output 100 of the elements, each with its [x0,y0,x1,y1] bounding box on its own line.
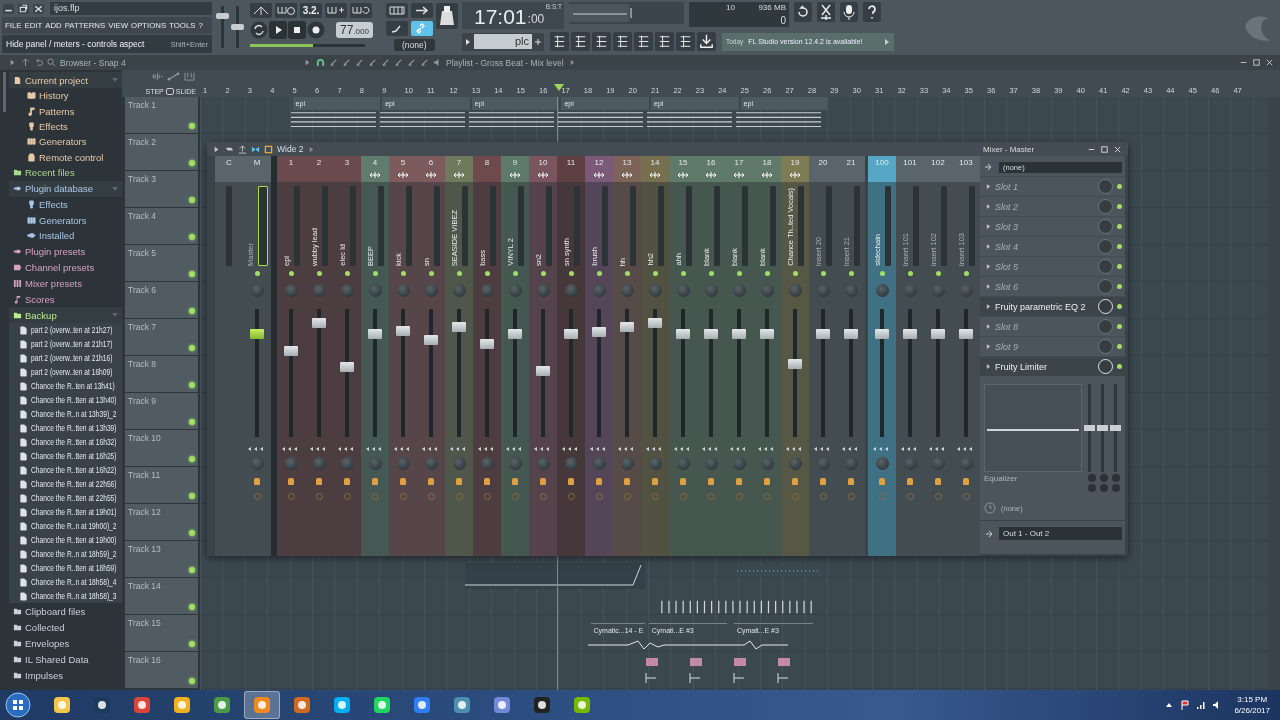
microphone-icon[interactable] [840,2,858,22]
browser-item[interactable]: Chance the R..tten at 22h55) [9,491,122,506]
waveform-icon[interactable] [151,71,164,81]
route-arrow-icon[interactable] [453,171,465,179]
browser-item[interactable]: Effects [9,118,122,135]
insert-led[interactable] [596,271,602,276]
track-header[interactable]: Track 5 [125,245,198,281]
arrow-right-icon[interactable] [986,223,991,230]
track-header[interactable]: Track 7 [125,319,198,355]
maximize-icon[interactable] [1100,144,1109,154]
window-toggle-icon[interactable] [571,32,590,51]
arrow-right-icon[interactable] [986,303,991,310]
track-header[interactable]: Track 2 [125,134,198,170]
track-header[interactable]: Track 9 [125,393,198,429]
arrow-right-icon[interactable] [303,58,312,67]
window-toggle-icon[interactable] [550,32,569,51]
track-header[interactable]: Track 16 [125,652,198,688]
insert-led[interactable] [344,271,350,276]
arrow-right-icon[interactable] [884,36,890,47]
track-mute-led[interactable] [189,308,195,314]
countdown-button[interactable]: 3.2. [300,3,322,18]
lock-icon[interactable] [652,478,658,485]
insert-led[interactable] [935,271,941,276]
arrow-right-icon[interactable] [986,343,991,350]
browser-folder[interactable]: Current project [9,72,122,88]
minimize-icon[interactable] [2,2,15,15]
window-toggle-icon[interactable] [613,32,632,51]
slot-led[interactable] [1117,284,1122,289]
browser-item[interactable]: Effects [9,196,122,213]
output-dropdown[interactable]: Out 1 - Out 2 [999,527,1122,540]
lock-icon[interactable] [820,478,826,485]
lock-icon[interactable] [907,478,913,485]
close-icon[interactable] [1113,144,1122,154]
step-toggle[interactable] [165,87,174,95]
refresh-icon[interactable] [794,2,812,22]
magnet-icon[interactable] [316,58,325,67]
lock-icon[interactable] [540,478,546,485]
arrow-right-icon[interactable] [212,144,221,154]
lock-icon[interactable] [708,478,714,485]
insert-led[interactable] [456,271,462,276]
insert-led[interactable] [624,271,630,276]
browser-item[interactable]: Chance the R..tten at 18h59) [9,561,122,576]
track-header[interactable]: Track 12 [125,504,198,540]
effect-slot[interactable]: Slot 4 [980,236,1125,256]
pattern-selector[interactable]: plc [462,32,544,51]
effect-slot[interactable]: Slot 5 [980,256,1125,276]
maximize-icon[interactable] [1252,58,1261,67]
clock-time[interactable]: 3:15 PM [1237,694,1268,705]
browser-item[interactable]: Chance the R..n at 18h58)_4 [9,575,122,590]
browser-folder[interactable]: Plugin presets [9,243,122,260]
route-arrow-icon[interactable] [425,171,437,179]
slot-led[interactable] [1117,324,1122,329]
lock-icon[interactable] [848,478,854,485]
route-arrow-icon[interactable] [509,171,521,179]
arrow-up-icon[interactable] [238,144,247,154]
browser-folder[interactable]: Mixer presets [9,275,122,292]
square-icon[interactable] [264,144,273,154]
song-position-slider[interactable] [250,44,365,47]
browser-folder[interactable]: Clipboard files [9,603,122,620]
track-mute-led[interactable] [189,567,195,573]
curve-icon[interactable] [167,71,180,81]
close-icon[interactable] [1265,58,1274,67]
insert-led[interactable] [428,271,434,276]
browser-item[interactable]: Chance the R..n at 13h39)_2 [9,407,122,422]
browser-item[interactable]: Chance the R..n at 19h00)_2 [9,519,122,534]
track-mute-led[interactable] [189,345,195,351]
effect-slot[interactable]: Slot 1 [980,176,1125,196]
browser-item[interactable]: part 2 (overw..ten at 21h17) [9,337,122,352]
track-mute-led[interactable] [189,123,195,129]
track-mute-led[interactable] [189,641,195,647]
insert-led[interactable] [820,271,826,276]
browser-folder[interactable]: Channel presets [9,259,122,276]
browser-item[interactable]: Chance the R..n at 18h59)_2 [9,547,122,562]
arrow-right-icon[interactable] [411,3,433,18]
piano-keys-icon[interactable] [183,71,196,81]
track-header[interactable]: Track 13 [125,541,198,577]
tool-icon[interactable] [381,58,390,67]
lock-icon[interactable] [764,478,770,485]
browser-item[interactable]: Generators [9,134,122,150]
insert-led[interactable] [848,271,854,276]
route-arrow-icon[interactable] [593,171,605,179]
effect-slot[interactable]: Fruity parametric EQ 2 [980,296,1125,316]
restore-icon[interactable] [17,2,30,15]
window-toggle-icon[interactable] [655,32,674,51]
tool-icon[interactable] [394,58,403,67]
track-mute-led[interactable] [189,604,195,610]
insert-led[interactable] [652,271,658,276]
insert-led[interactable] [708,271,714,276]
insert-led[interactable] [736,271,742,276]
playlist-grid[interactable] [200,97,1268,690]
lock-icon[interactable] [456,478,462,485]
arrow-right-icon[interactable] [986,363,991,370]
insert-led[interactable] [792,271,798,276]
track-mute-led[interactable] [189,493,195,499]
browser-item[interactable]: Chance the R..n at 18h58)_3 [9,589,122,604]
browser-item[interactable]: Chance the R..ten at 13h41) [9,379,122,394]
lock-icon[interactable] [568,478,574,485]
slot-led[interactable] [1117,224,1122,229]
insert-led[interactable] [680,271,686,276]
route-arrow-icon[interactable] [789,171,801,179]
